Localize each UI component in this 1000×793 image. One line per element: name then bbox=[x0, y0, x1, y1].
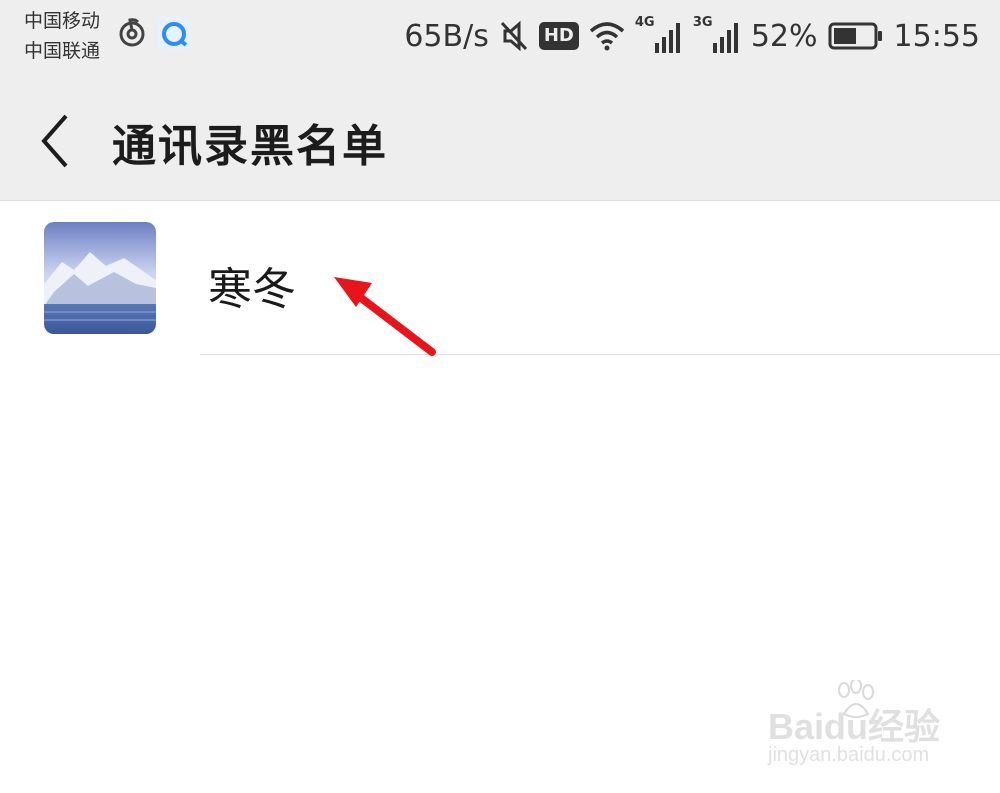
watermark-brand: Baidu经验 bbox=[768, 706, 941, 747]
browser-icon bbox=[158, 17, 190, 49]
page-title: 通讯录黑名单 bbox=[112, 121, 388, 172]
battery-icon bbox=[828, 22, 884, 50]
mute-icon bbox=[500, 20, 527, 52]
signal-3g: 3G bbox=[693, 15, 741, 53]
status-bar: 中国移动 中国联通 65B/s HD 4G 3G 52% 15:55 bbox=[0, 0, 1000, 80]
signal-4g-label: 4G bbox=[634, 15, 655, 30]
chevron-left-icon[interactable] bbox=[30, 106, 80, 176]
list-item[interactable]: 寒冬 bbox=[0, 201, 1000, 355]
hd-badge: HD bbox=[538, 22, 579, 50]
signal-3g-label: 3G bbox=[692, 15, 713, 30]
wifi-icon bbox=[589, 22, 624, 51]
carrier-1: 中国移动 bbox=[24, 10, 101, 32]
clock: 15:55 bbox=[893, 18, 980, 54]
contact-name: 寒冬 bbox=[208, 264, 296, 315]
net-speed: 65B/s bbox=[404, 18, 489, 54]
status-indicators: 65B/s HD 4G 3G 52% 15:55 bbox=[404, 14, 980, 58]
avatar bbox=[44, 222, 156, 334]
title-bar: 通讯录黑名单 bbox=[0, 80, 1000, 201]
watermark-url: jingyan.baidu.com bbox=[768, 744, 930, 766]
signal-4g: 4G bbox=[635, 15, 683, 53]
netease-music-icon bbox=[119, 18, 145, 47]
annotation-arrow-icon bbox=[334, 277, 436, 356]
battery-percent: 52% bbox=[750, 18, 818, 54]
carrier-names: 中国移动 中国联通 bbox=[24, 6, 100, 66]
watermark: Baidu经验 jingyan.baidu.com bbox=[760, 680, 960, 780]
carrier-2: 中国联通 bbox=[24, 40, 101, 62]
